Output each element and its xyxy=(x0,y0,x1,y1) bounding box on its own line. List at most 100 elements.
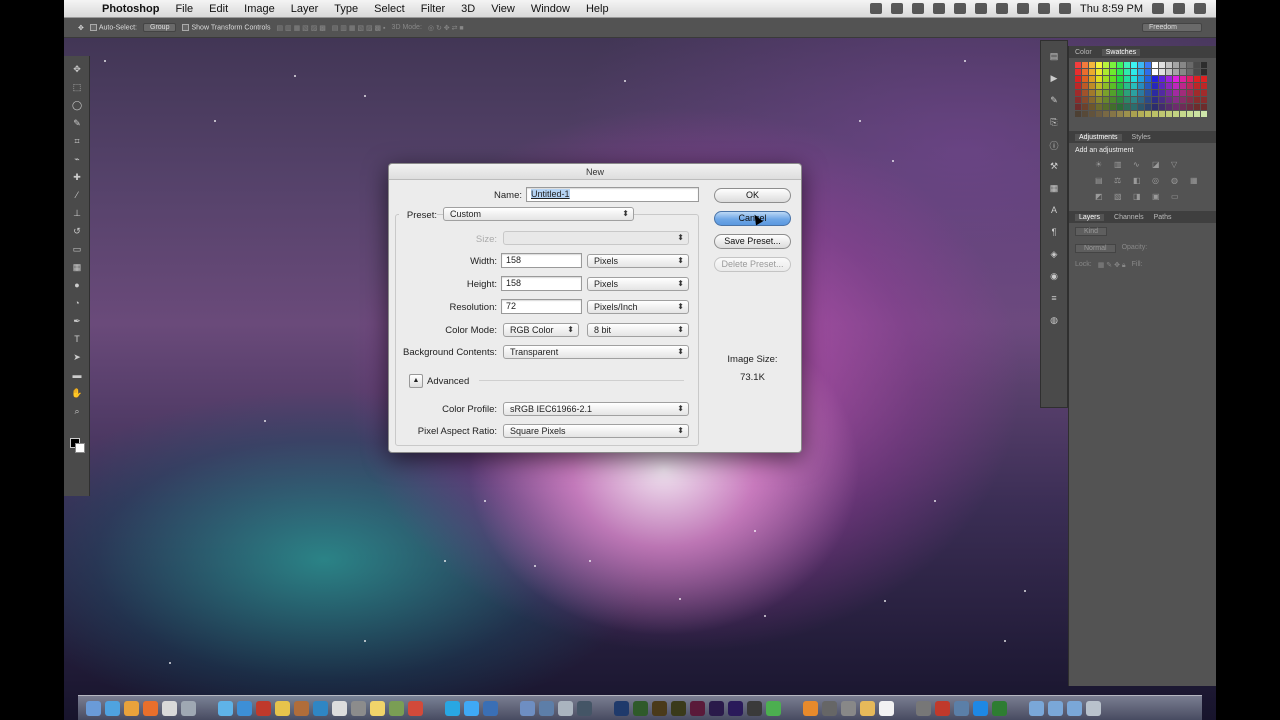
color-swatch[interactable] xyxy=(1096,76,1102,82)
color-balance-icon[interactable]: ⚖ xyxy=(1114,176,1126,185)
color-swatch[interactable] xyxy=(1180,83,1186,89)
color-swatch[interactable] xyxy=(1166,69,1172,75)
resolution-field[interactable]: 72 xyxy=(501,299,582,314)
color-swatch[interactable] xyxy=(1159,97,1165,103)
color-swatch[interactable] xyxy=(1152,90,1158,96)
app-icon[interactable] xyxy=(973,700,988,716)
color-swatch[interactable] xyxy=(1166,62,1172,68)
color-swatch[interactable] xyxy=(1124,111,1130,117)
save-preset-button[interactable]: Save Preset... xyxy=(714,234,791,249)
color-swatch[interactable] xyxy=(1082,111,1088,117)
dodge-tool-icon[interactable]: ◔ xyxy=(71,298,83,308)
color-swatch[interactable] xyxy=(1124,97,1130,103)
blend-mode-select[interactable]: Normal xyxy=(1075,244,1116,253)
color-swatch[interactable] xyxy=(1173,104,1179,110)
history-brush-tool-icon[interactable]: ↺ xyxy=(71,226,83,236)
app-icon[interactable] xyxy=(294,700,309,716)
color-swatch[interactable] xyxy=(1089,83,1095,89)
actions-panel-icon[interactable]: ▶ xyxy=(1047,73,1061,85)
color-swatch[interactable] xyxy=(1075,104,1081,110)
app-icon[interactable] xyxy=(408,700,423,716)
resolution-unit-select[interactable]: Pixels/Inch xyxy=(587,300,689,314)
channel-mixer-icon[interactable]: ◍ xyxy=(1171,176,1183,185)
color-swatch[interactable] xyxy=(1180,90,1186,96)
dreamweaver-icon[interactable] xyxy=(633,700,648,716)
libraries-panel-icon[interactable]: ◍ xyxy=(1047,315,1061,327)
app-icon[interactable] xyxy=(389,700,404,716)
color-swatch[interactable] xyxy=(1159,62,1165,68)
menu-edit[interactable]: Edit xyxy=(201,3,236,15)
color-swatch[interactable] xyxy=(1103,69,1109,75)
exposure-icon[interactable]: ◪ xyxy=(1152,160,1164,169)
wifi-icon[interactable] xyxy=(996,3,1009,14)
hand-tool-icon[interactable]: ✋ xyxy=(71,388,83,398)
color-swatch[interactable] xyxy=(1180,97,1186,103)
character-panel-icon[interactable]: A xyxy=(1047,205,1061,217)
color-swatch[interactable] xyxy=(1096,90,1102,96)
folder-icon[interactable] xyxy=(1029,700,1044,716)
auto-select-checkbox[interactable]: Auto-Select: xyxy=(89,23,137,31)
color-swatch[interactable] xyxy=(1180,76,1186,82)
threshold-icon[interactable]: ◨ xyxy=(1133,192,1145,201)
color-swatch[interactable] xyxy=(1110,90,1116,96)
color-swatch[interactable] xyxy=(1145,97,1151,103)
trash-icon[interactable] xyxy=(1086,700,1101,716)
color-swatch[interactable] xyxy=(1194,90,1200,96)
shape-tool-icon[interactable]: ▬ xyxy=(71,370,83,380)
color-swatch[interactable] xyxy=(1110,83,1116,89)
color-swatch[interactable] xyxy=(1187,111,1193,117)
color-swatch[interactable] xyxy=(1201,76,1207,82)
status-icon[interactable] xyxy=(912,3,925,14)
finder-icon[interactable] xyxy=(86,700,101,716)
user-icon[interactable] xyxy=(1152,3,1164,14)
app-icon[interactable] xyxy=(520,700,535,716)
color-swatch[interactable] xyxy=(1159,83,1165,89)
color-swatch[interactable] xyxy=(1166,90,1172,96)
color-swatch[interactable] xyxy=(1103,111,1109,117)
notes-icon[interactable] xyxy=(370,700,385,716)
color-swatch[interactable] xyxy=(1096,97,1102,103)
downloads-icon[interactable] xyxy=(1067,700,1082,716)
pixel-aspect-select[interactable]: Square Pixels xyxy=(503,424,689,438)
color-swatch[interactable] xyxy=(1117,97,1123,103)
brush-presets-icon[interactable]: ✎ xyxy=(1047,95,1061,107)
color-swatch[interactable] xyxy=(1131,104,1137,110)
input-source-icon[interactable] xyxy=(1059,3,1072,14)
hue-sat-icon[interactable]: ▤ xyxy=(1095,176,1107,185)
color-swatch[interactable] xyxy=(1138,76,1144,82)
color-swatch[interactable] xyxy=(1173,111,1179,117)
color-swatch[interactable] xyxy=(1145,111,1151,117)
terminal-icon[interactable] xyxy=(577,700,592,716)
color-swatch[interactable] xyxy=(1075,90,1081,96)
color-swatch[interactable] xyxy=(1194,69,1200,75)
color-swatch[interactable] xyxy=(1110,62,1116,68)
lasso-tool-icon[interactable]: ◯ xyxy=(71,100,83,110)
swatches-grid[interactable] xyxy=(1069,58,1216,121)
menu-help[interactable]: Help xyxy=(578,3,617,15)
color-swatch[interactable] xyxy=(1138,90,1144,96)
path-select-tool-icon[interactable]: ➤ xyxy=(71,352,83,362)
color-swatch[interactable] xyxy=(1187,90,1193,96)
tab-color[interactable]: Color xyxy=(1075,49,1092,56)
move-tool-icon[interactable]: ✥ xyxy=(71,64,83,74)
gradient-map-icon[interactable]: ▭ xyxy=(1171,192,1183,201)
color-swatch[interactable] xyxy=(1166,76,1172,82)
color-swatch[interactable] xyxy=(1110,104,1116,110)
color-swatch[interactable] xyxy=(1180,62,1186,68)
brush-tool-icon[interactable]: ⁄ xyxy=(71,190,83,200)
menu-file[interactable]: File xyxy=(167,3,201,15)
color-swatch[interactable] xyxy=(1138,62,1144,68)
color-swatch[interactable] xyxy=(1103,83,1109,89)
color-swatch[interactable] xyxy=(1131,83,1137,89)
menu-3d[interactable]: 3D xyxy=(453,3,483,15)
color-swatch[interactable] xyxy=(1201,83,1207,89)
app-icon[interactable] xyxy=(313,700,328,716)
color-swatch[interactable] xyxy=(1110,97,1116,103)
color-swatch[interactable] xyxy=(1075,97,1081,103)
menu-window[interactable]: Window xyxy=(523,3,578,15)
color-swatch[interactable] xyxy=(1152,97,1158,103)
advanced-disclosure-button[interactable]: ▲ xyxy=(409,374,423,388)
color-swatch[interactable] xyxy=(1082,104,1088,110)
color-swatch[interactable] xyxy=(1082,62,1088,68)
excel-icon[interactable] xyxy=(992,700,1007,716)
